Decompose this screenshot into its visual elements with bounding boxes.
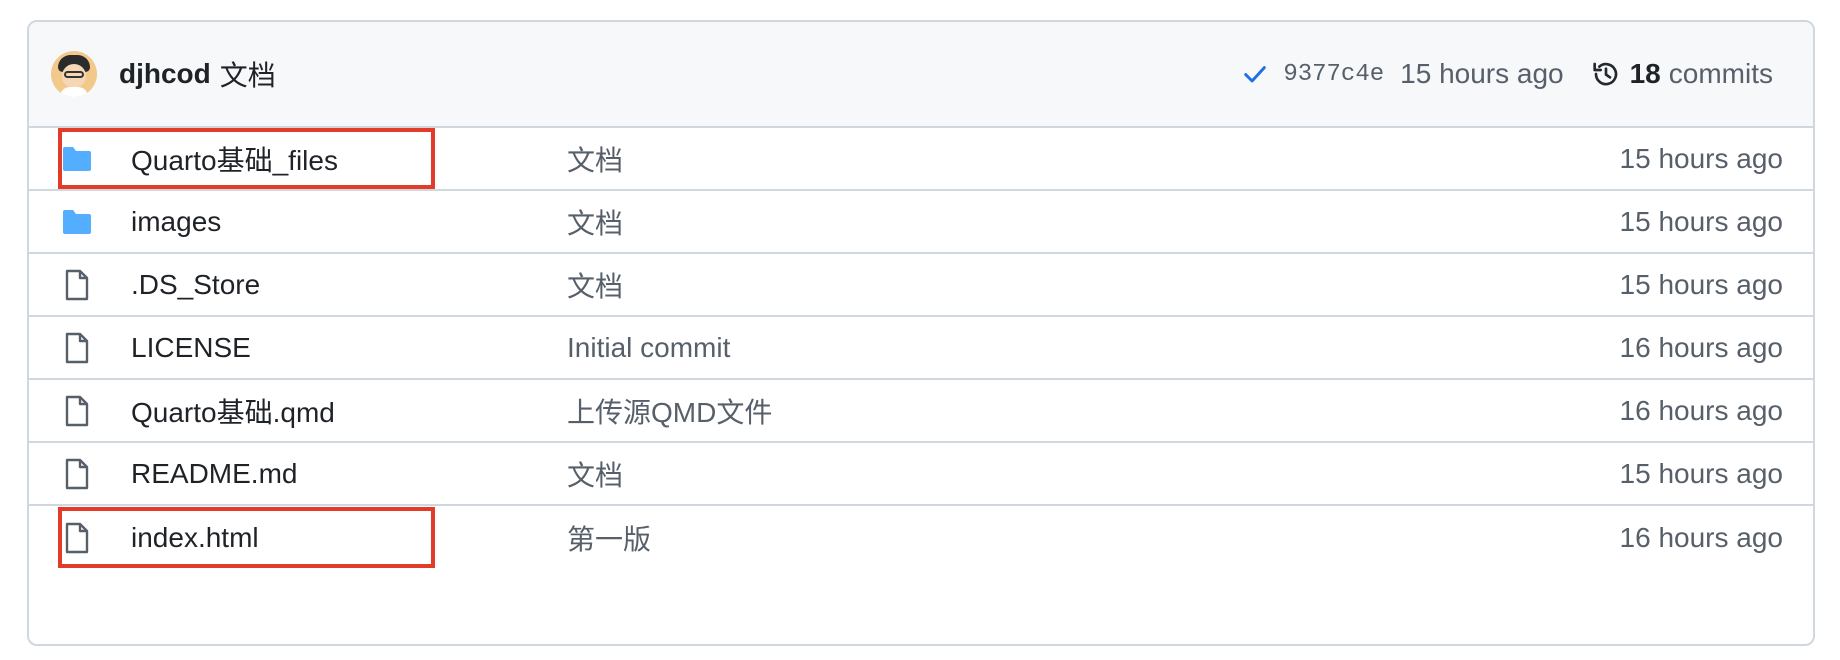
file-name-link[interactable]: README.md xyxy=(131,458,567,490)
file-commit-time: 15 hours ago xyxy=(1619,268,1783,300)
file-icon xyxy=(49,522,105,554)
file-browser: djhcod 文档 9377c4e 15 hours ago 18 commit… xyxy=(27,20,1815,646)
file-commit-time: 15 hours ago xyxy=(1619,457,1783,489)
commit-message[interactable]: 文档 xyxy=(220,54,276,94)
file-name-link[interactable]: Quarto基础_files xyxy=(131,139,567,179)
commit-sha[interactable]: 9377c4e xyxy=(1283,61,1384,88)
file-name-link[interactable]: .DS_Store xyxy=(131,269,567,301)
file-commit-time: 16 hours ago xyxy=(1619,394,1783,426)
file-row[interactable]: .DS_Store 文档 15 hours ago xyxy=(29,254,1813,317)
file-name-link[interactable]: Quarto基础.qmd xyxy=(131,391,567,431)
file-commit-time: 16 hours ago xyxy=(1619,521,1783,553)
file-name-link[interactable]: index.html xyxy=(131,522,567,554)
history-icon[interactable] xyxy=(1590,58,1622,90)
file-row[interactable]: README.md 文档 15 hours ago xyxy=(29,443,1813,506)
file-commit-time: 15 hours ago xyxy=(1619,142,1783,174)
file-row[interactable]: LICENSE Initial commit 16 hours ago xyxy=(29,317,1813,380)
avatar-glasses xyxy=(64,71,84,78)
file-name-link[interactable]: LICENSE xyxy=(131,332,567,364)
file-icon xyxy=(49,269,105,301)
file-row[interactable]: Quarto基础.qmd 上传源QMD文件 16 hours ago xyxy=(29,380,1813,443)
file-commit-time: 16 hours ago xyxy=(1619,331,1783,363)
file-list: Quarto基础_files 文档 15 hours ago images 文档 15 h… xyxy=(29,128,1813,569)
commit-author[interactable]: djhcod xyxy=(119,58,211,90)
file-commit-message[interactable]: 文档 xyxy=(567,202,1620,242)
author-avatar[interactable] xyxy=(51,51,97,97)
file-row[interactable]: Quarto基础_files 文档 15 hours ago xyxy=(29,128,1813,191)
avatar-body xyxy=(60,87,88,97)
file-commit-message[interactable]: 文档 xyxy=(567,454,1620,494)
file-icon xyxy=(49,332,105,364)
commit-count[interactable]: 18 xyxy=(1630,58,1661,90)
file-row[interactable]: index.html 第一版 16 hours ago xyxy=(29,506,1813,569)
check-icon[interactable] xyxy=(1241,60,1269,88)
file-name-link[interactable]: images xyxy=(131,206,567,238)
file-commit-message[interactable]: 第一版 xyxy=(567,518,1620,558)
file-row[interactable]: images 文档 15 hours ago xyxy=(29,191,1813,254)
file-commit-message[interactable]: 文档 xyxy=(567,139,1620,179)
latest-commit-bar: djhcod 文档 9377c4e 15 hours ago 18 commit… xyxy=(29,22,1813,128)
file-commit-message[interactable]: 文档 xyxy=(567,265,1620,305)
folder-icon xyxy=(49,145,105,173)
file-icon xyxy=(49,395,105,427)
file-commit-message[interactable]: 上传源QMD文件 xyxy=(567,391,1620,431)
commit-time: 15 hours ago xyxy=(1400,58,1564,89)
folder-icon xyxy=(49,208,105,236)
file-commit-message[interactable]: Initial commit xyxy=(567,332,1620,364)
file-icon xyxy=(49,458,105,490)
commit-count-label[interactable]: commits xyxy=(1669,58,1773,90)
file-commit-time: 15 hours ago xyxy=(1619,205,1783,237)
